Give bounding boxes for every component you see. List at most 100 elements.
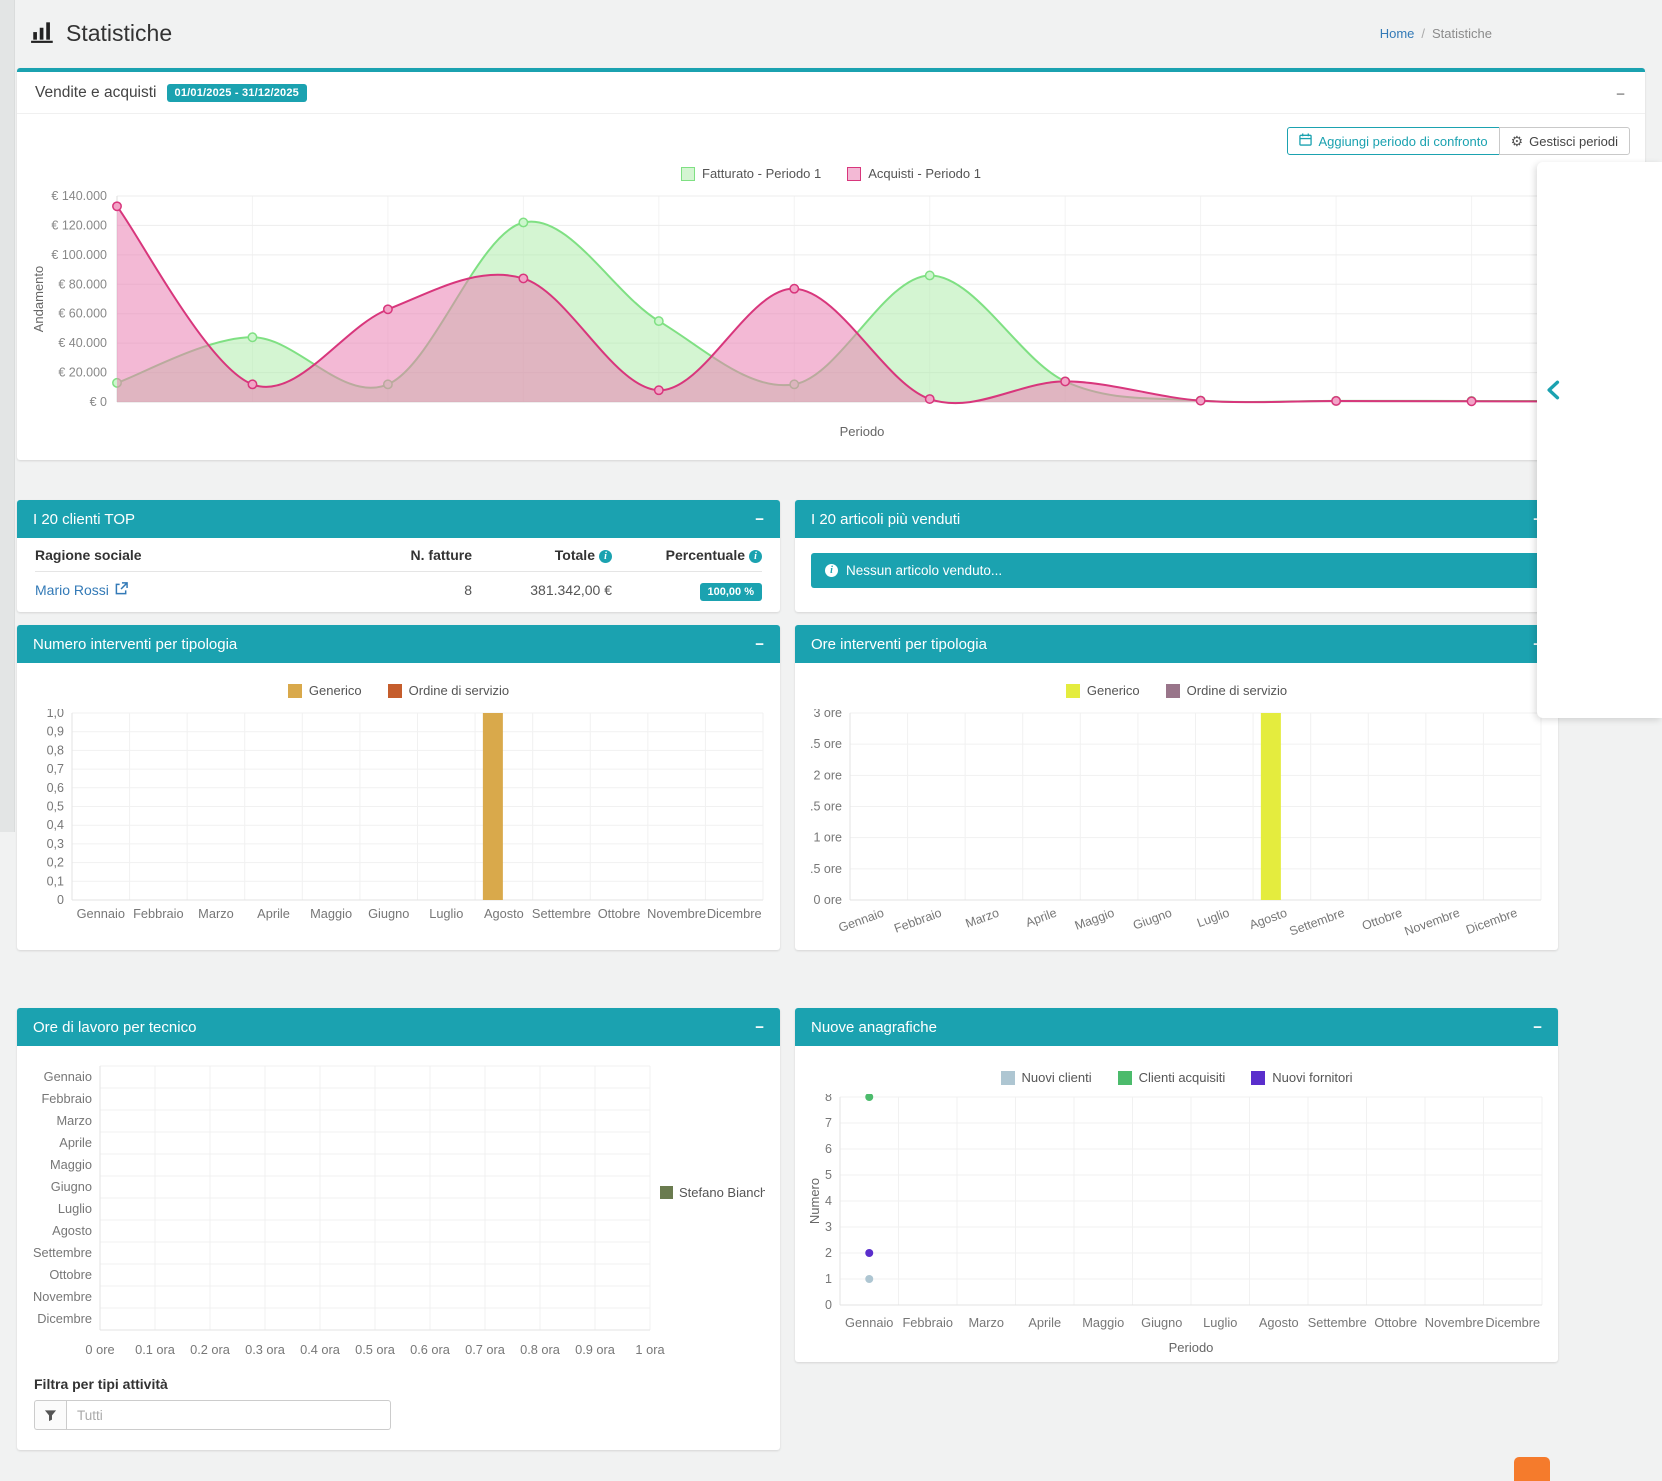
percent-badge: 100,00 % — [700, 583, 762, 601]
svg-text:1: 1 — [825, 1272, 832, 1286]
breadcrumb: Home / Statistiche — [1380, 26, 1492, 41]
collapse-panel-icon[interactable]: − — [755, 512, 764, 527]
svg-text:0,9: 0,9 — [47, 725, 64, 739]
vendite-chart-legend: Fatturato - Periodo 1 Acquisti - Periodo … — [17, 166, 1645, 181]
svg-text:Agosto: Agosto — [1259, 1315, 1299, 1330]
legend-item[interactable]: Ordine di servizio — [388, 683, 509, 698]
legend-item[interactable]: Acquisti - Periodo 1 — [847, 166, 981, 181]
legend-item[interactable]: Ordine di servizio — [1166, 683, 1287, 698]
add-comparison-period-button[interactable]: Aggiungi periodo di confronto — [1287, 127, 1499, 155]
info-icon[interactable]: i — [599, 550, 612, 563]
legend-swatch — [847, 167, 861, 181]
client-link[interactable]: Mario Rossi — [35, 582, 128, 598]
filter-button[interactable] — [34, 1400, 66, 1430]
ore-interventi-chart-legend: Generico Ordine di servizio — [795, 683, 1558, 698]
col-percentuale: Percentualei — [612, 538, 762, 572]
svg-text:Maggio: Maggio — [1082, 1315, 1124, 1330]
activity-type-filter-input[interactable] — [66, 1400, 391, 1430]
legend-item[interactable]: Generico — [288, 683, 362, 698]
legend-item[interactable]: Nuovi fornitori — [1251, 1070, 1352, 1085]
svg-text:Gennaio: Gennaio — [77, 906, 125, 921]
svg-text:€ 140.000: € 140.000 — [51, 189, 107, 203]
svg-text:0,3: 0,3 — [47, 837, 64, 851]
svg-text:0.1 ora: 0.1 ora — [135, 1342, 176, 1357]
svg-text:3 ore: 3 ore — [814, 709, 843, 720]
svg-text:0.6 ora: 0.6 ora — [410, 1342, 451, 1357]
collapse-panel-icon[interactable]: − — [755, 637, 764, 652]
numero-chart-legend: Generico Ordine di servizio — [17, 683, 780, 698]
legend-swatch — [288, 684, 302, 698]
svg-text:0.4 ora: 0.4 ora — [300, 1342, 341, 1357]
panel-clienti-title: I 20 clienti TOP — [33, 511, 135, 528]
svg-text:4: 4 — [825, 1194, 832, 1208]
manage-periods-button[interactable]: ⚙ Gestisci periodi — [1499, 127, 1630, 155]
col-ragione-sociale: Ragione sociale — [35, 538, 367, 572]
svg-text:Marzo: Marzo — [56, 1113, 92, 1128]
period-date-badge: 01/01/2025 - 31/12/2025 — [167, 84, 307, 102]
svg-text:0.5 ore: 0.5 ore — [810, 862, 842, 876]
panel-numero-header: Numero interventi per tipologia − — [17, 625, 780, 663]
svg-text:€ 40.000: € 40.000 — [58, 336, 107, 350]
legend-item[interactable]: Generico — [1066, 683, 1140, 698]
svg-text:€ 120.000: € 120.000 — [51, 218, 107, 232]
svg-text:Luglio: Luglio — [429, 906, 463, 921]
svg-text:Novembre: Novembre — [1403, 906, 1462, 939]
panel-vendite-header: Vendite e acquisti 01/01/2025 - 31/12/20… — [17, 72, 1645, 114]
svg-text:Maggio: Maggio — [1073, 906, 1116, 933]
anagrafiche-chart-legend: Nuovi clienti Clienti acquisiti Nuovi forn… — [795, 1070, 1558, 1085]
svg-text:Novembre: Novembre — [647, 906, 706, 921]
svg-text:0,1: 0,1 — [47, 874, 64, 888]
svg-text:Febbraio: Febbraio — [902, 1315, 953, 1330]
legend-item[interactable]: Nuovi clienti — [1001, 1070, 1092, 1085]
svg-text:0.5 ora: 0.5 ora — [355, 1342, 396, 1357]
svg-text:Luglio: Luglio — [1195, 906, 1231, 931]
svg-text:Novembre: Novembre — [33, 1289, 92, 1304]
legend-item[interactable]: Fatturato - Periodo 1 — [681, 166, 821, 181]
svg-text:Febbraio: Febbraio — [892, 906, 943, 936]
legend-swatch — [1066, 684, 1080, 698]
legend-swatch — [1001, 1071, 1015, 1085]
svg-text:Agosto: Agosto — [52, 1223, 92, 1238]
svg-text:0,6: 0,6 — [47, 781, 64, 795]
svg-text:0,8: 0,8 — [47, 743, 64, 757]
svg-text:Gennaio: Gennaio — [44, 1069, 92, 1084]
svg-text:Dicembre: Dicembre — [707, 906, 762, 921]
legend-item[interactable]: Clienti acquisiti — [1118, 1070, 1226, 1085]
collapsed-sidebar-strip — [0, 0, 15, 832]
svg-text:Dicembre: Dicembre — [1485, 1315, 1540, 1330]
svg-text:0 ore: 0 ore — [85, 1342, 114, 1357]
panel-articoli-venduti: I 20 articoli più venduti − i Nessun art… — [795, 500, 1558, 612]
svg-text:€ 0: € 0 — [90, 395, 107, 409]
svg-text:0 ore: 0 ore — [814, 893, 843, 907]
info-icon[interactable]: i — [749, 550, 762, 563]
numero-interventi-chart: 1,00,90,80,70,60,50,40,30,20,10GennaioFe… — [32, 709, 765, 941]
vendite-acquisti-chart: € 140.000€ 120.000€ 100.000€ 80.000€ 60.… — [17, 184, 1645, 456]
svg-text:€ 60.000: € 60.000 — [58, 307, 107, 321]
svg-text:Settembre: Settembre — [1308, 1315, 1367, 1330]
collapse-panel-icon[interactable]: − — [755, 1020, 764, 1035]
floating-action-button[interactable] — [1514, 1457, 1550, 1481]
col-totale: Totalei — [472, 538, 612, 572]
svg-text:Giugno: Giugno — [1131, 906, 1174, 933]
period-buttons: Aggiungi periodo di confronto ⚙ Gestisci… — [1287, 127, 1630, 155]
svg-text:2: 2 — [825, 1246, 832, 1260]
svg-text:0: 0 — [57, 893, 64, 907]
svg-text:Giugno: Giugno — [51, 1179, 92, 1194]
svg-text:Gennaio: Gennaio — [845, 1315, 893, 1330]
collapse-panel-icon[interactable]: − — [1616, 86, 1625, 103]
bar-chart-icon — [30, 18, 56, 49]
svg-text:2.5 ore: 2.5 ore — [810, 737, 842, 751]
svg-text:5: 5 — [825, 1168, 832, 1182]
collapse-panel-icon[interactable]: − — [1533, 1020, 1542, 1035]
breadcrumb-home-link[interactable]: Home — [1380, 26, 1415, 41]
panel-anagrafiche-title: Nuove anagrafiche — [811, 1019, 937, 1036]
svg-text:Giugno: Giugno — [1141, 1315, 1182, 1330]
svg-text:Novembre: Novembre — [1425, 1315, 1484, 1330]
panel-numero-title: Numero interventi per tipologia — [33, 636, 237, 653]
svg-text:Stefano Bianchi: Stefano Bianchi — [679, 1185, 765, 1200]
legend-swatch — [1118, 1071, 1132, 1085]
panel-vendite-title: Vendite e acquisti — [35, 84, 157, 102]
chevron-left-icon[interactable] — [1544, 380, 1562, 405]
svg-text:Settembre: Settembre — [33, 1245, 92, 1260]
gear-icon: ⚙ — [1511, 134, 1524, 148]
